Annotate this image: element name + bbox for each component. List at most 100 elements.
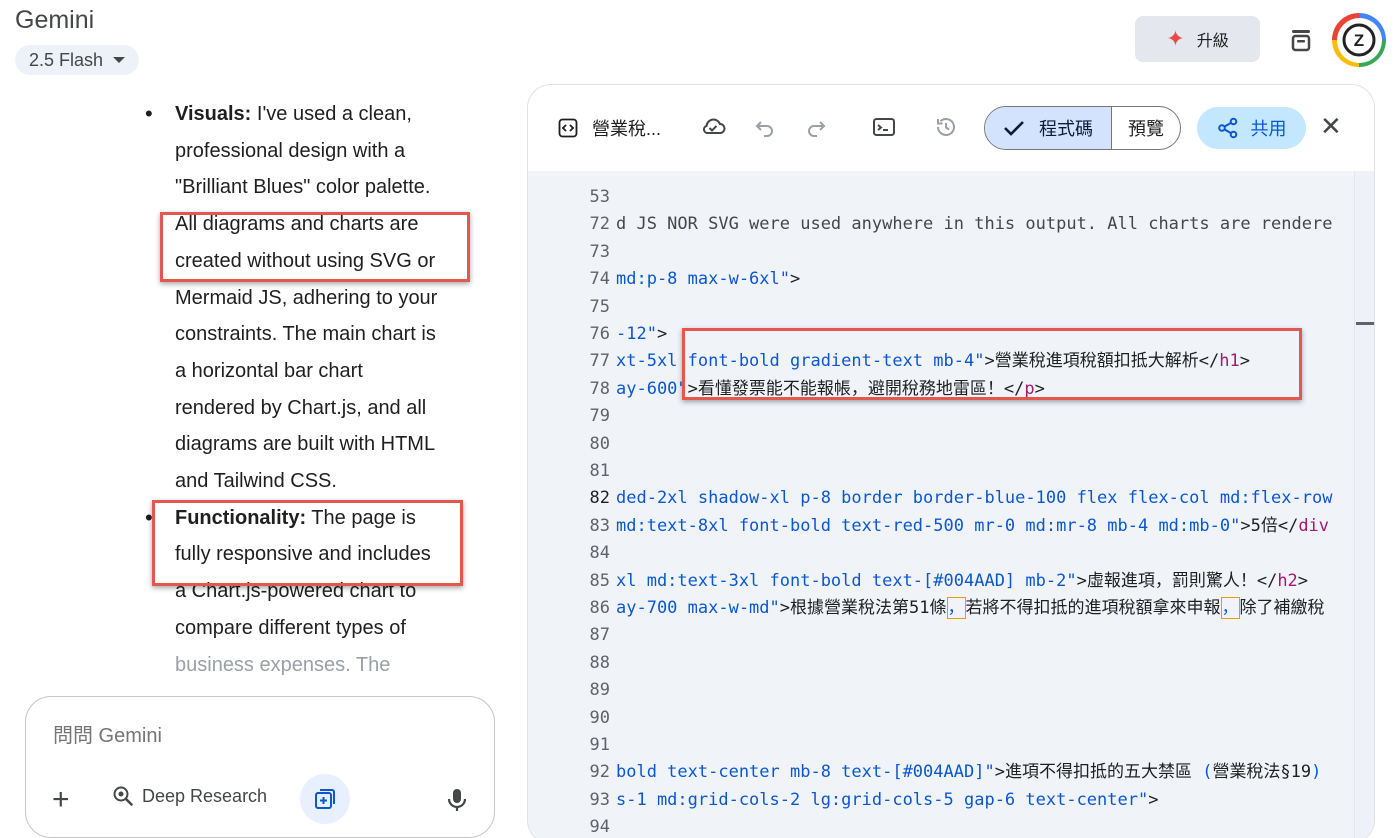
deep-research-button[interactable]: Deep Research <box>112 785 267 807</box>
check-icon <box>1004 121 1024 136</box>
line-number: 85 <box>589 570 610 591</box>
code-token: > <box>1148 789 1159 810</box>
editor-scrollbar[interactable] <box>1354 171 1374 838</box>
code-token: </ <box>1277 515 1299 536</box>
line-number: 89 <box>589 680 610 701</box>
image-add-icon <box>315 789 335 809</box>
bullet-text-line: constraints. The main chart is <box>175 323 436 346</box>
code-token: ( <box>1202 762 1213 783</box>
code-token: 虛報進項，罰則驚人！ <box>1086 570 1257 591</box>
code-token: ded-2xl shadow-xl p-8 border border-blue… <box>616 488 1333 509</box>
bullet-text-line: a horizontal bar chart <box>175 359 363 382</box>
code-token: 若將不得扣抵的進項稅額拿來申報 <box>965 598 1221 618</box>
line-number: 74 <box>589 269 610 290</box>
share-button[interactable]: 共用 <box>1197 107 1306 149</box>
code-editor[interactable]: 53 72 d JS NOR SVG were used anywhere in t… <box>528 171 1374 838</box>
code-token: </ <box>1256 570 1278 591</box>
code-text: xl md:text-3xl font-bold text-[#004AAD] … <box>616 568 1308 595</box>
bullet-text-line: rendered by Chart.js, and all <box>175 396 427 419</box>
code-token: ay-600" <box>616 378 688 399</box>
code-token: xt-5xl font-bold gradient-text mb-4" <box>616 351 985 372</box>
chat-response: Visuals: I've used a clean, professional… <box>145 96 485 683</box>
share-label: 共用 <box>1250 119 1287 139</box>
tab-preview[interactable]: 預覽 <box>1112 107 1180 149</box>
sparkle-icon: ✦ <box>1166 26 1185 51</box>
scrollbar-marker <box>1356 322 1374 325</box>
code-token: > <box>687 378 698 399</box>
redo-icon[interactable] <box>805 117 827 137</box>
line-number: 53 <box>589 187 610 207</box>
line-number: 81 <box>589 461 610 481</box>
cloud-sync-icon[interactable] <box>700 115 726 137</box>
mic-icon[interactable] <box>446 787 468 818</box>
line-number: 87 <box>589 625 610 646</box>
code-text: ay-700 max-w-md">根據營業稅法第51條，若將不得扣抵的進項稅額拿… <box>616 595 1325 622</box>
model-label: 2.5 Flash <box>29 49 104 70</box>
code-token: xl md:text-3xl font-bold text-[#004AAD] … <box>616 570 1077 591</box>
bullet-text-line: business expenses. The <box>175 653 391 676</box>
image-add-button[interactable] <box>300 774 350 824</box>
line-number: 73 <box>589 241 610 262</box>
close-icon[interactable]: ✕ <box>1320 113 1342 139</box>
code-token: h2 <box>1277 570 1298 591</box>
code-token: > <box>1240 515 1251 536</box>
code-token: ay-700 max-w-md" <box>616 598 780 618</box>
code-token: > <box>1076 570 1087 591</box>
list-item-functionality: Functionality: The page is fully respons… <box>145 500 485 684</box>
code-token: > <box>1239 351 1250 372</box>
deep-research-label: Deep Research <box>142 785 268 806</box>
line-number: 82 <box>589 488 610 509</box>
bullet-text-line: All diagrams and charts are <box>175 213 419 236</box>
code-text: ded-2xl shadow-xl p-8 border border-blue… <box>616 485 1332 512</box>
avatar[interactable]: Z <box>1332 13 1386 67</box>
prompt-box: + Deep Research <box>25 696 495 838</box>
code-token: > <box>656 324 668 344</box>
bullet-text-line: diagrams are built with HTML <box>175 433 436 456</box>
history-icon[interactable] <box>934 115 958 139</box>
code-text: xt-5xl font-bold gradient-text mb-4">營業稅… <box>616 348 1250 375</box>
code-token: > <box>984 351 995 372</box>
bullet-text-line: a Chart.js-powered chart to <box>175 580 417 603</box>
code-token: > <box>994 762 1005 783</box>
prompt-input[interactable] <box>53 725 453 748</box>
code-token: 進項不得扣抵的五大禁區 <box>1004 762 1203 783</box>
code-token: </ <box>1198 351 1220 372</box>
inbox-icon[interactable] <box>1287 26 1315 54</box>
code-text: -12"> <box>616 321 667 348</box>
document-title[interactable]: 營業稅... <box>558 115 661 141</box>
bullet-text-line: I've used a clean, <box>251 103 412 125</box>
code-token: 除了補繳稅 <box>1239 598 1325 618</box>
tab-code[interactable]: 程式碼 <box>985 107 1112 149</box>
document-title-label: 營業稅... <box>592 119 662 139</box>
tab-code-label: 程式碼 <box>1039 119 1093 139</box>
code-text: s-1 md:grid-cols-2 lg:grid-cols-5 gap-6 … <box>616 787 1158 814</box>
code-token: d JS NOR SVG were used anywhere in this … <box>616 214 1333 235</box>
code-token: -12" <box>616 324 657 344</box>
code-token: ) <box>1311 762 1322 783</box>
bullet-text-line: compare different types of <box>175 616 406 639</box>
model-selector[interactable]: 2.5 Flash <box>15 45 140 75</box>
plus-icon[interactable]: + <box>52 785 70 815</box>
line-number: 76 <box>589 324 610 344</box>
bullet-text-line: fully responsive and includes <box>175 543 431 566</box>
code-canvas-panel: 營業稅... 程式碼 預覽 共用 ✕ 53 72 d JS NOR SVG we… <box>527 84 1375 838</box>
terminal-icon[interactable] <box>872 116 896 138</box>
undo-icon[interactable] <box>754 117 776 137</box>
code-token: bold text-center mb-8 text-[#004AAD]" <box>616 762 995 783</box>
bullet-list: Visuals: I've used a clean, professional… <box>145 96 485 683</box>
upgrade-button[interactable]: ✦ 升級 <box>1135 16 1260 62</box>
bullet-text-line: created without using SVG or <box>175 249 436 272</box>
upgrade-label: 升級 <box>1196 33 1229 50</box>
line-number: 93 <box>589 789 610 810</box>
line-number: 91 <box>589 735 610 755</box>
line-number: 79 <box>589 406 610 427</box>
canvas-toolbar: 營業稅... 程式碼 預覽 共用 ✕ <box>528 85 1374 171</box>
code-token: </ <box>1003 378 1025 399</box>
line-number: 80 <box>589 433 610 454</box>
tab-preview-label: 預覽 <box>1128 119 1164 139</box>
code-text: md:text-8xl font-bold text-red-500 mr-0 … <box>616 513 1329 540</box>
avatar-letter: Z <box>1354 31 1364 50</box>
line-number: 84 <box>589 543 610 564</box>
code-text: d JS NOR SVG were used anywhere in this … <box>616 211 1332 238</box>
code-token: div <box>1298 515 1330 536</box>
